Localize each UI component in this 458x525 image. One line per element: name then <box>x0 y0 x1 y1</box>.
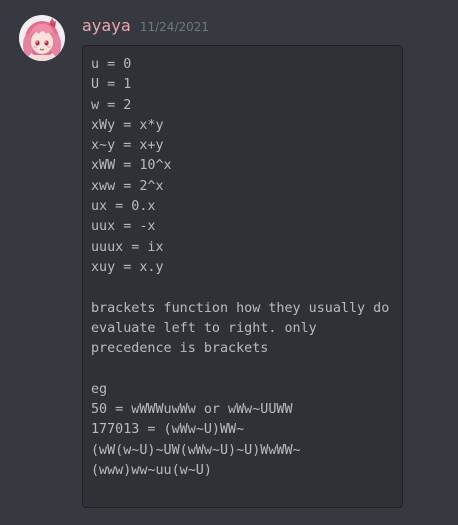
avatar[interactable] <box>19 15 65 61</box>
avatar-image <box>19 15 65 61</box>
code-content: u = 0 U = 1 w = 2 xWy = x*y x~y = x+y xW… <box>91 57 390 478</box>
message-header: ayaya 11/24/2021 <box>82 16 209 40</box>
username[interactable]: ayaya <box>82 16 131 35</box>
code-block: u = 0 U = 1 w = 2 xWy = x*y x~y = x+y xW… <box>82 45 403 508</box>
chat-message: ayaya 11/24/2021 u = 0 U = 1 w = 2 xWy =… <box>0 0 458 525</box>
timestamp[interactable]: 11/24/2021 <box>140 20 209 34</box>
